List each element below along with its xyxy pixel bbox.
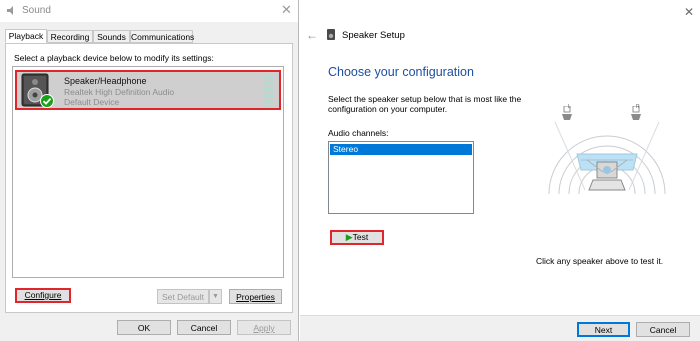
tab-sounds[interactable]: Sounds <box>93 30 130 43</box>
close-icon[interactable]: ✕ <box>281 2 292 18</box>
back-arrow-icon[interactable]: ← <box>306 28 318 42</box>
setup-cancel-button[interactable]: Cancel <box>636 322 690 337</box>
configure-label: Configure <box>24 290 62 300</box>
apply-label: Apply <box>253 323 275 333</box>
speaker-test-hint: Click any speaker above to test it. <box>536 256 664 266</box>
left-speaker-icon[interactable] <box>560 106 574 122</box>
setup-close-icon[interactable]: ✕ <box>684 5 694 19</box>
configure-button[interactable]: Configure <box>15 288 71 303</box>
play-icon: ▶ <box>345 232 353 242</box>
properties-label: Properties <box>236 292 275 302</box>
set-default-dropdown[interactable]: ▼ <box>209 289 222 304</box>
device-name: Speaker/Headphone <box>64 76 147 86</box>
channel-option-stereo[interactable]: Stereo <box>330 144 472 155</box>
sound-window-title: Sound <box>22 5 51 16</box>
test-label: Test <box>352 232 369 242</box>
next-label: Next <box>594 325 613 335</box>
volume-meter-icon <box>263 75 273 107</box>
setup-cancel-label: Cancel <box>649 325 677 335</box>
speaker-setup-icon <box>327 29 335 40</box>
device-status: Default Device <box>64 97 120 107</box>
ok-label: OK <box>137 323 151 333</box>
audio-channels-list: Stereo <box>328 141 474 214</box>
page-title: Choose your configuration <box>328 65 474 79</box>
test-button[interactable]: ▶Test <box>330 230 384 245</box>
ok-button[interactable]: OK <box>117 320 171 335</box>
chevron-down-icon: ▼ <box>212 293 219 300</box>
tab-playback[interactable]: Playback <box>5 29 47 43</box>
sound-app-icon <box>7 6 13 15</box>
audio-channels-label: Audio channels: <box>328 128 389 138</box>
apply-button[interactable]: Apply <box>237 320 291 335</box>
setup-window-title: Speaker Setup <box>342 30 405 41</box>
cancel-button[interactable]: Cancel <box>177 320 231 335</box>
tab-communications[interactable]: Communications <box>130 30 194 43</box>
default-check-icon <box>40 94 54 108</box>
set-default-label: Set Default <box>161 292 205 302</box>
properties-button[interactable]: Properties <box>229 289 282 304</box>
right-speaker-label: R <box>636 104 640 110</box>
setup-description: Select the speaker setup below that is m… <box>328 94 522 114</box>
left-speaker-label: L <box>568 104 571 110</box>
device-driver: Realtek High Definition Audio <box>64 87 175 97</box>
tab-recording[interactable]: Recording <box>47 30 93 43</box>
set-default-button[interactable]: Set Default <box>157 289 209 304</box>
cancel-label: Cancel <box>190 323 218 333</box>
next-button[interactable]: Next <box>577 322 630 337</box>
playback-instruction: Select a playback device below to modify… <box>14 53 214 63</box>
